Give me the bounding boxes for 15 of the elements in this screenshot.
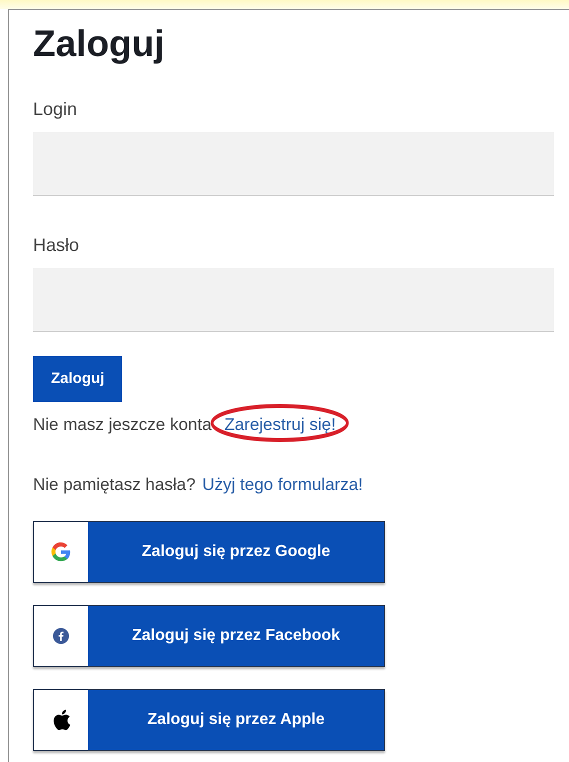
forgot-password-prompt: Nie pamiętasz hasła? [33, 474, 196, 494]
social-login-button[interactable]: Zaloguj się przez Apple [33, 689, 385, 751]
register-prompt: Nie masz jeszcze konta [33, 415, 212, 434]
apple-icon [51, 708, 71, 732]
google-g-icon [50, 541, 72, 563]
reset-password-link[interactable]: Użyj tego formularza! [202, 474, 363, 494]
field-label: Login [33, 98, 78, 121]
login-button[interactable]: Zaloguj [33, 356, 122, 402]
social-login-button[interactable]: Zaloguj się przez Google [33, 521, 385, 583]
facebook-f-icon [53, 628, 69, 644]
input-field[interactable] [33, 132, 554, 196]
input-field[interactable] [33, 268, 554, 332]
page-title: Zaloguj [33, 22, 166, 66]
social-login-button[interactable]: Zaloguj się przez Facebook [33, 605, 385, 667]
field-label: Hasło [33, 234, 80, 257]
